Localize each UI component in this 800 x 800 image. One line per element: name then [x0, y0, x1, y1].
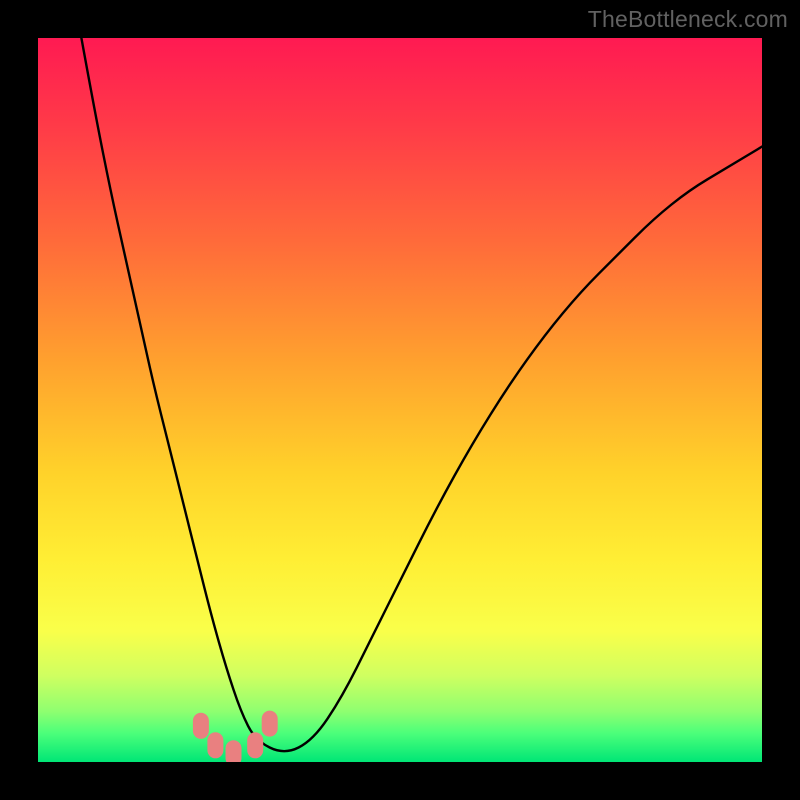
watermark-text: TheBottleneck.com [588, 6, 788, 33]
curve-marker [226, 740, 242, 762]
marker-group [193, 711, 278, 762]
curve-marker [262, 711, 278, 737]
chart-frame: TheBottleneck.com [0, 0, 800, 800]
bottleneck-curve [81, 38, 762, 751]
curve-marker [193, 713, 209, 739]
curve-marker [247, 732, 263, 758]
curve-marker [207, 732, 223, 758]
curve-svg [38, 38, 762, 762]
plot-area [38, 38, 762, 762]
